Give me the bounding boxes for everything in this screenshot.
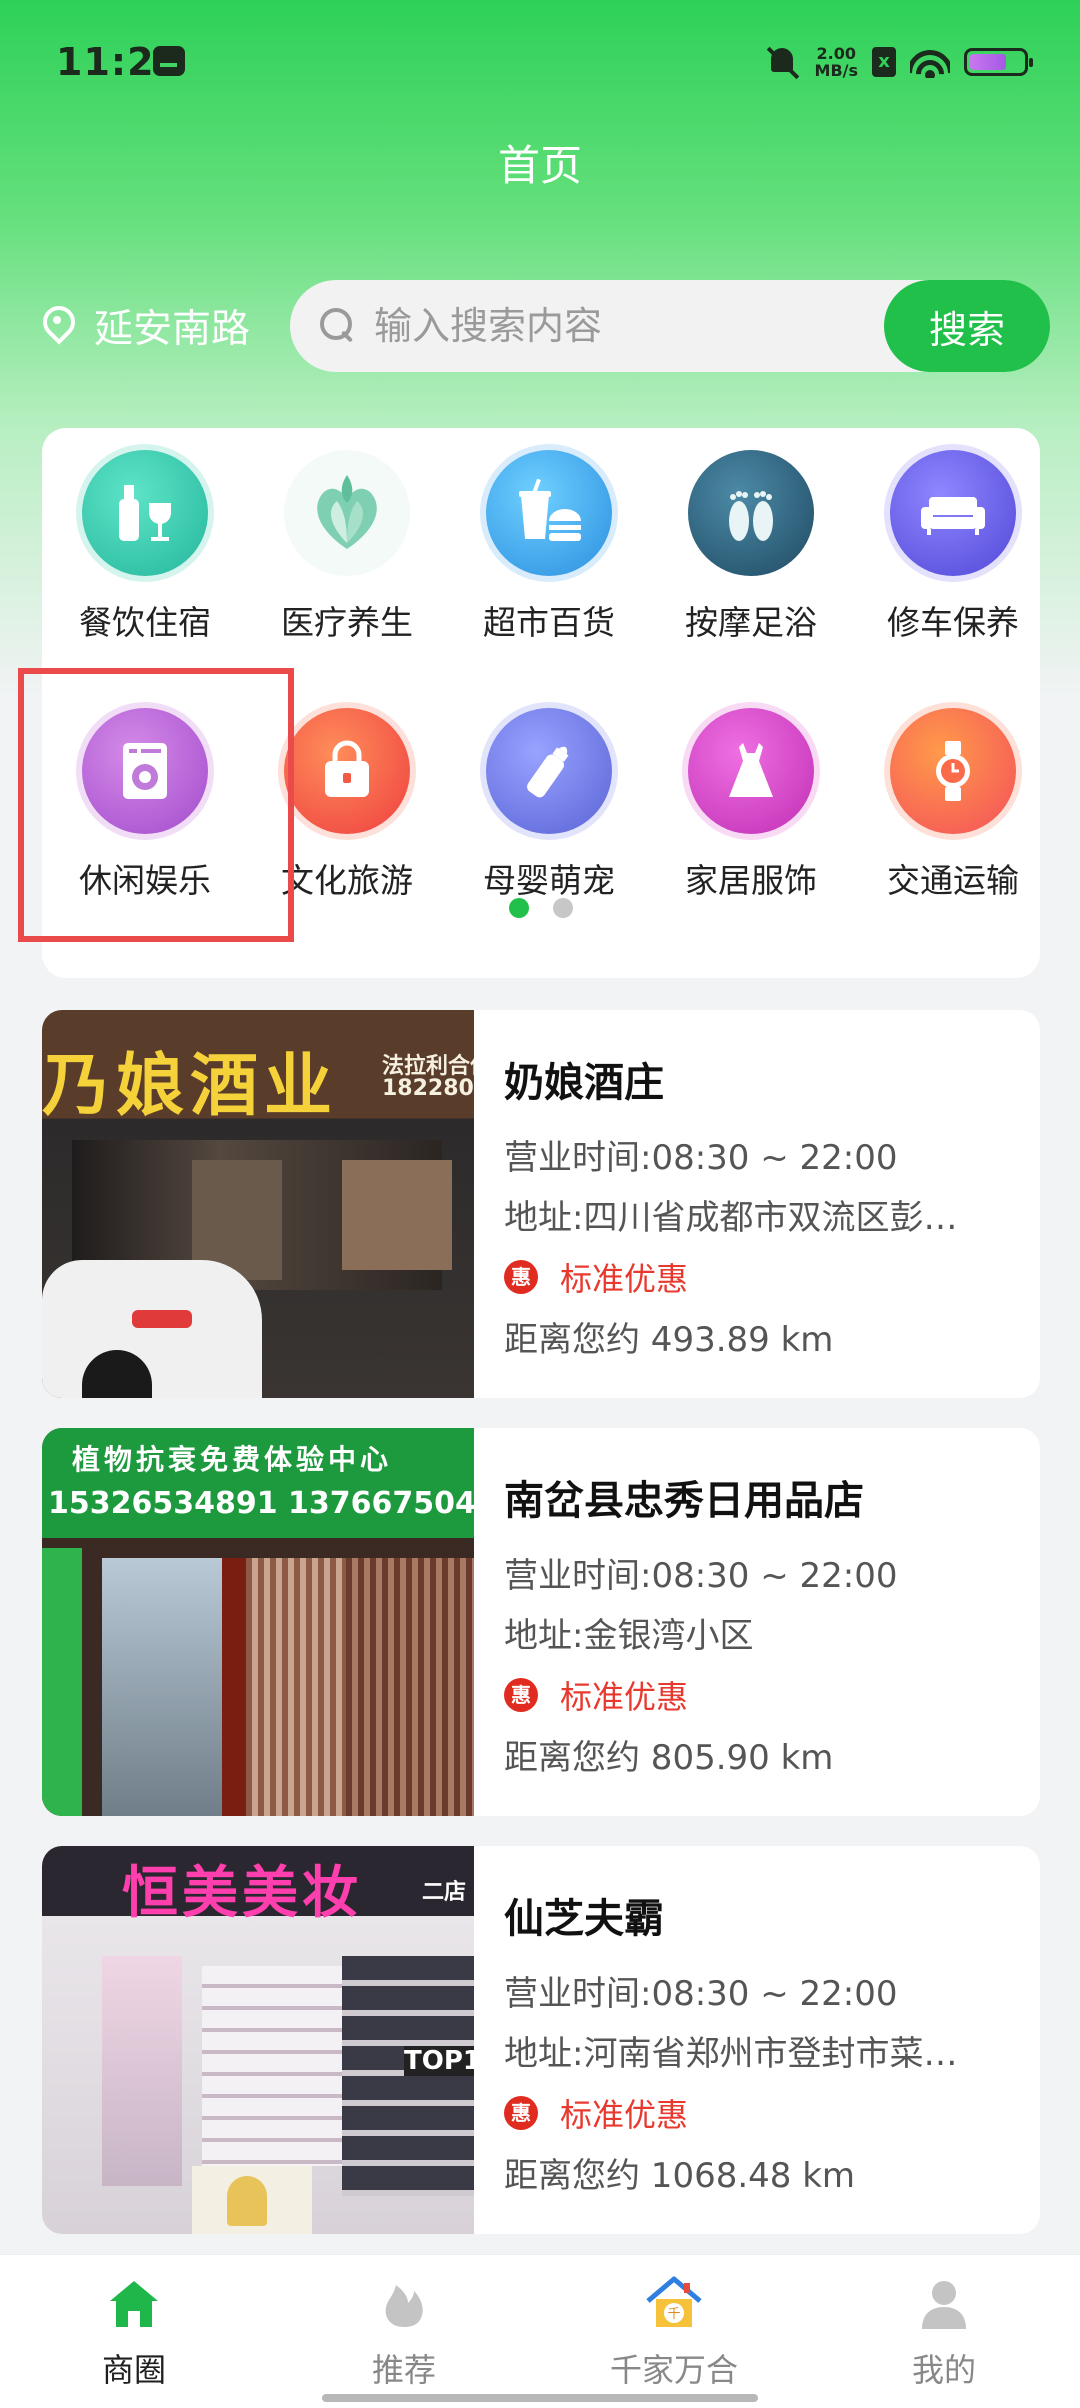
shop-photo: 恒美美妆 二店 TOP1 <box>42 1846 474 2234</box>
nav-item-business-circle[interactable]: 商圈 <box>34 2273 234 2393</box>
highlight-annotation-box <box>18 668 294 942</box>
battery-icon <box>964 48 1033 76</box>
category-home-apparel[interactable]: 家居服饰 <box>656 688 846 900</box>
shop-address: 地址:四川省成都市双流区彭… <box>504 1198 958 1238</box>
category-label: 交通运输 <box>887 861 1019 900</box>
shop-photo: 乃娘酒业 法拉利合伙 18228062 <box>42 1010 474 1398</box>
category-label: 修车保养 <box>887 603 1019 642</box>
shop-hours: 营业时间:08:30 ~ 22:00 <box>504 1974 898 2014</box>
shop-sign-text: 植物抗衰免费体验中心 <box>72 1443 393 1476</box>
shop-address: 地址:河南省郑州市登封市菜… <box>504 2034 958 2074</box>
svg-text:千: 千 <box>667 2307 680 2322</box>
status-bar: 11:22 2.00 MB/s x <box>0 0 1080 125</box>
shop-sign-phone: 15326534891 13766750436 <box>48 1486 474 1521</box>
leaf-heart-icon <box>284 450 410 576</box>
category-label: 医疗养生 <box>281 603 413 642</box>
promo-label: 标准优惠 <box>560 1260 689 1298</box>
nav-label: 推荐 <box>371 2351 436 2389</box>
watch-icon <box>890 708 1016 834</box>
flame-icon <box>374 2273 434 2333</box>
home-indicator[interactable] <box>322 2394 758 2402</box>
shop-card[interactable]: 恒美美妆 二店 TOP1 仙芝夫霸 营业时间:08:30 ~ 22:00 地址:… <box>42 1846 1040 2234</box>
network-speed: 2.00 MB/s <box>815 45 858 79</box>
location-pin-icon <box>40 306 74 346</box>
dress-icon <box>688 708 814 834</box>
nav-item-qianjia-wanhe[interactable]: 千 千家万合 <box>574 2273 774 2393</box>
shop-hours: 营业时间:08:30 ~ 22:00 <box>504 1556 898 1596</box>
sofa-icon <box>890 450 1016 576</box>
shop-promo: 惠 标准优惠 <box>504 1672 688 1718</box>
category-transport[interactable]: 交通运输 <box>858 688 1048 900</box>
category-label: 按摩足浴 <box>685 603 817 642</box>
promo-label: 标准优惠 <box>560 1678 689 1716</box>
bag-icon <box>284 708 410 834</box>
promo-label: 标准优惠 <box>560 2096 689 2134</box>
category-mother-baby[interactable]: 母婴萌宠 <box>454 688 644 900</box>
shop-name: 南岔县忠秀日用品店 <box>504 1478 864 1524</box>
user-icon <box>914 2273 974 2333</box>
category-label: 超市百货 <box>483 603 615 642</box>
pager-dot-active[interactable] <box>509 898 529 918</box>
category-supermarket[interactable]: 超市百货 <box>454 430 644 642</box>
mute-bell-icon <box>765 44 801 80</box>
wifi-icon <box>910 46 950 78</box>
shop-distance: 距离您约 1068.48 km <box>504 2156 856 2196</box>
bottle-icon <box>486 708 612 834</box>
nav-label: 我的 <box>911 2351 976 2389</box>
network-speed-value: 2.00 <box>816 44 856 63</box>
category-health[interactable]: 医疗养生 <box>252 430 442 642</box>
wine-glass-icon <box>82 450 208 576</box>
nav-label: 千家万合 <box>609 2351 738 2389</box>
shop-promo: 惠 标准优惠 <box>504 2090 688 2136</box>
nav-item-recommend[interactable]: 推荐 <box>304 2273 504 2393</box>
category-dining[interactable]: 餐饮住宿 <box>50 430 240 642</box>
category-car-service[interactable]: 修车保养 <box>858 430 1048 642</box>
cup-burger-icon <box>486 450 612 576</box>
category-label: 餐饮住宿 <box>79 603 211 642</box>
feet-icon <box>688 450 814 576</box>
shop-name: 仙芝夫霸 <box>504 1896 664 1942</box>
battery-level <box>970 54 1007 70</box>
location-selector[interactable]: 延安南路 <box>40 296 250 356</box>
shop-promo: 惠 标准优惠 <box>504 1254 688 1300</box>
shop-sign-phone: 18228062 <box>382 1076 474 1101</box>
location-label: 延安南路 <box>94 307 251 352</box>
status-icons: 2.00 MB/s x <box>765 42 1033 82</box>
sim-card-icon: x <box>872 47 896 77</box>
nav-label: 商圈 <box>101 2351 166 2389</box>
shop-card[interactable]: 植物抗衰免费体验中心 15326534891 13766750436 南岔县忠秀… <box>42 1428 1040 1816</box>
network-speed-unit: MB/s <box>814 61 858 80</box>
pager-dot[interactable] <box>553 898 573 918</box>
discount-icon: 惠 <box>504 1678 538 1712</box>
shop-distance: 距离您约 805.90 km <box>504 1738 834 1778</box>
shop-distance: 距离您约 493.89 km <box>504 1320 834 1360</box>
category-massage[interactable]: 按摩足浴 <box>656 430 846 642</box>
category-label: 家居服饰 <box>685 861 817 900</box>
home-icon <box>104 2273 164 2333</box>
house-badge-icon: 千 <box>644 2273 704 2333</box>
nav-item-mine[interactable]: 我的 <box>844 2273 1044 2393</box>
discount-icon: 惠 <box>504 1260 538 1294</box>
shop-photo: 植物抗衰免费体验中心 15326534891 13766750436 <box>42 1428 474 1816</box>
shop-hours: 营业时间:08:30 ~ 22:00 <box>504 1138 898 1178</box>
search-icon <box>320 308 356 344</box>
search-button[interactable]: 搜索 <box>884 280 1050 372</box>
search-bar: 搜索 <box>290 280 1050 372</box>
search-input[interactable] <box>374 298 854 354</box>
shop-sign-sub: 二店 <box>422 1880 467 1905</box>
bottom-nav: 商圈 推荐 千 千家万合 我的 <box>0 2254 1080 2408</box>
discount-icon: 惠 <box>504 2096 538 2130</box>
shop-sign-tag: TOP1 <box>404 2046 474 2076</box>
category-label: 母婴萌宠 <box>483 861 615 900</box>
message-notification-icon <box>153 46 185 76</box>
shop-card[interactable]: 乃娘酒业 法拉利合伙 18228062 奶娘酒庄 营业时间:08:30 ~ 22… <box>42 1010 1040 1398</box>
shop-address: 地址:金银湾小区 <box>504 1616 754 1656</box>
page-title: 首页 <box>497 141 582 190</box>
shop-name: 奶娘酒庄 <box>504 1060 664 1106</box>
